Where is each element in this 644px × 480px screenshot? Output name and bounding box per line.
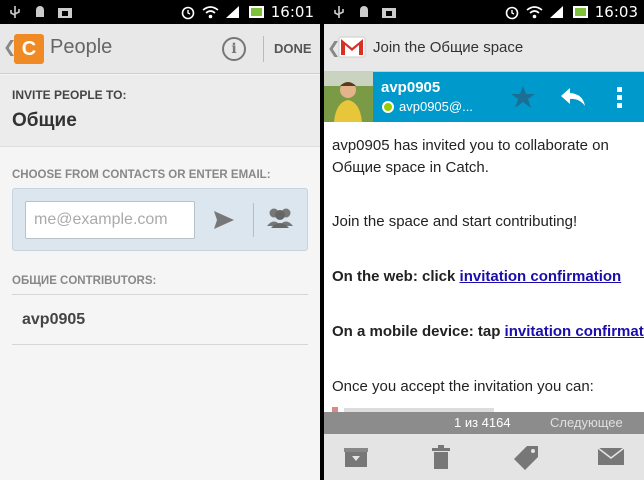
message-body-line: Once you accept the invitation you can:: [332, 378, 594, 395]
message-pager: 1 из 4164 Следующее: [324, 412, 644, 434]
status-time: 16:03: [594, 3, 638, 21]
battery-icon: [249, 6, 264, 18]
mobile-instruction: On a mobile device: tap invitation confi…: [332, 323, 644, 340]
divider: [263, 36, 264, 62]
catch-people-screen: 16:01 ❮ C People i DONE INVITE PEOPLE TO…: [0, 0, 320, 480]
list-item[interactable]: avp0905: [12, 295, 308, 345]
label-icon[interactable]: [513, 445, 539, 471]
space-name: Общие: [12, 110, 77, 131]
wifi-icon: [526, 6, 543, 19]
next-message-button[interactable]: Следующее: [550, 415, 623, 430]
catch-logo-icon[interactable]: C: [14, 34, 44, 64]
message-body-line: Join the space and start contributing!: [332, 213, 578, 230]
wifi-icon: [202, 6, 219, 19]
web-instruction: On the web: click invitation confirmatio…: [332, 268, 621, 285]
bag-icon: [58, 8, 72, 18]
star-icon[interactable]: [510, 85, 536, 109]
mobile-instruction-text: On a mobile device: tap: [332, 323, 505, 340]
invite-header: INVITE PEOPLE TO: Общие: [0, 75, 320, 147]
usb-icon: [334, 6, 344, 18]
contributors-label: ОБЩИЕ CONTRIBUTORS:: [12, 275, 157, 287]
sender-name: avp0905: [381, 79, 441, 96]
battery-icon: [573, 6, 588, 18]
usb-icon: [10, 6, 20, 18]
android-icon: [36, 6, 44, 17]
trash-icon[interactable]: [430, 445, 452, 471]
sender-email: avp0905@...: [399, 99, 473, 114]
done-button[interactable]: DONE: [274, 41, 312, 56]
invitation-confirmation-link[interactable]: invitation confirmation: [505, 323, 644, 340]
email-entry-panel: [12, 188, 308, 251]
info-icon[interactable]: i: [222, 37, 246, 61]
invite-label: INVITE PEOPLE TO:: [12, 88, 127, 102]
contributor-name: avp0905: [22, 311, 86, 328]
invitation-confirmation-link[interactable]: invitation confirmation: [460, 268, 622, 285]
mail-icon[interactable]: [597, 445, 625, 467]
alarm-icon: [505, 6, 519, 20]
message-body-line: Общие space in Catch.: [332, 159, 489, 176]
send-icon[interactable]: [213, 210, 235, 230]
status-bar: 16:03: [324, 0, 644, 24]
message-actions-bar: [324, 434, 644, 480]
message-body-line: avp0905 has invited you to collaborate o…: [332, 137, 609, 154]
divider: [253, 203, 254, 237]
status-bar: 16:01: [0, 0, 320, 24]
alarm-icon: [181, 6, 195, 20]
gmail-message-screen: 16:03 ❮ Join the Общие space avp0905 avp…: [324, 0, 644, 480]
bag-icon: [382, 8, 396, 18]
email-input[interactable]: [25, 201, 195, 239]
action-bar: ❮ C People i DONE: [0, 24, 320, 74]
presence-online-icon: [382, 101, 394, 113]
signal-icon: [226, 6, 239, 18]
signal-icon: [550, 6, 563, 18]
android-icon: [360, 6, 368, 17]
action-bar: ❮ Join the Общие space: [324, 24, 644, 72]
status-time: 16:01: [270, 3, 314, 21]
message-count: 1 из 4164: [454, 415, 511, 430]
avatar[interactable]: [324, 72, 373, 122]
reply-icon[interactable]: [560, 86, 586, 108]
more-icon[interactable]: [616, 86, 624, 110]
sender-header: avp0905 avp0905@...: [324, 72, 644, 122]
page-title: People: [50, 36, 113, 58]
archive-icon[interactable]: [343, 445, 369, 469]
choose-contacts-label: CHOOSE FROM CONTACTS OR ENTER EMAIL:: [12, 169, 271, 181]
gmail-icon[interactable]: [338, 35, 366, 59]
contacts-icon[interactable]: [265, 206, 295, 230]
web-instruction-text: On the web: click: [332, 268, 460, 285]
page-title: Join the Общие space: [373, 39, 524, 56]
